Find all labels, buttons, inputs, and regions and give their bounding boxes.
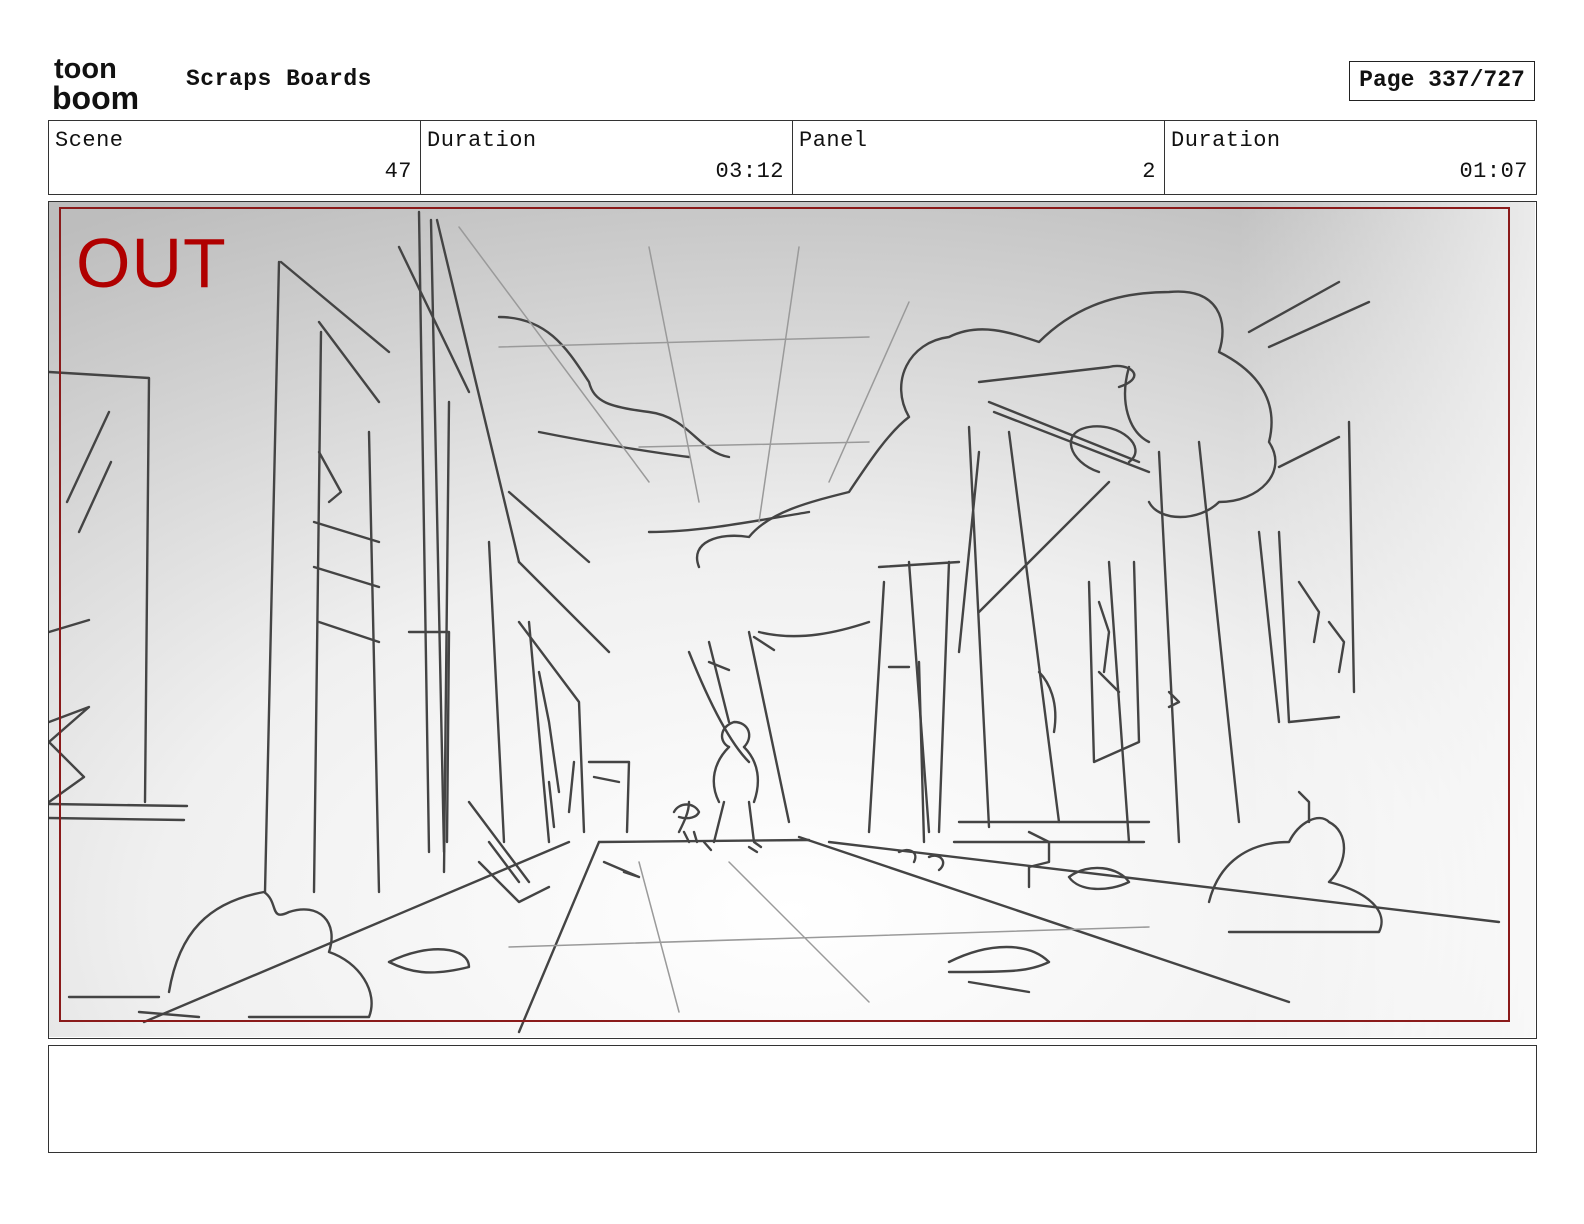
panel-marker-out: OUT: [76, 224, 227, 302]
scene-cell: Scene 47: [49, 121, 421, 194]
panel-label: Panel: [799, 128, 868, 153]
scene-label: Scene: [55, 128, 124, 153]
panel-duration-value: 01:07: [1459, 159, 1528, 184]
panel-cell: Panel 2: [793, 121, 1165, 194]
panel-duration-label: Duration: [1171, 128, 1281, 153]
storyboard-panel: OUT: [48, 201, 1537, 1039]
scene-duration-value: 03:12: [715, 159, 784, 184]
panel-value: 2: [1142, 159, 1156, 184]
page-counter: Page 337/727: [1349, 61, 1535, 101]
scene-duration-cell: Duration 03:12: [421, 121, 793, 194]
document-title: Scraps Boards: [186, 66, 372, 92]
panel-duration-cell: Duration 01:07: [1165, 121, 1536, 194]
scene-duration-label: Duration: [427, 128, 537, 153]
toon-boom-logo: toon boom: [52, 53, 139, 112]
panel-notes-box[interactable]: [48, 1045, 1537, 1153]
panel-info-row: Scene 47 Duration 03:12 Panel 2 Duration…: [48, 120, 1537, 195]
logo-line-bottom: boom: [52, 80, 139, 112]
scene-value: 47: [384, 159, 412, 184]
panel-sketch: [49, 202, 1535, 1037]
